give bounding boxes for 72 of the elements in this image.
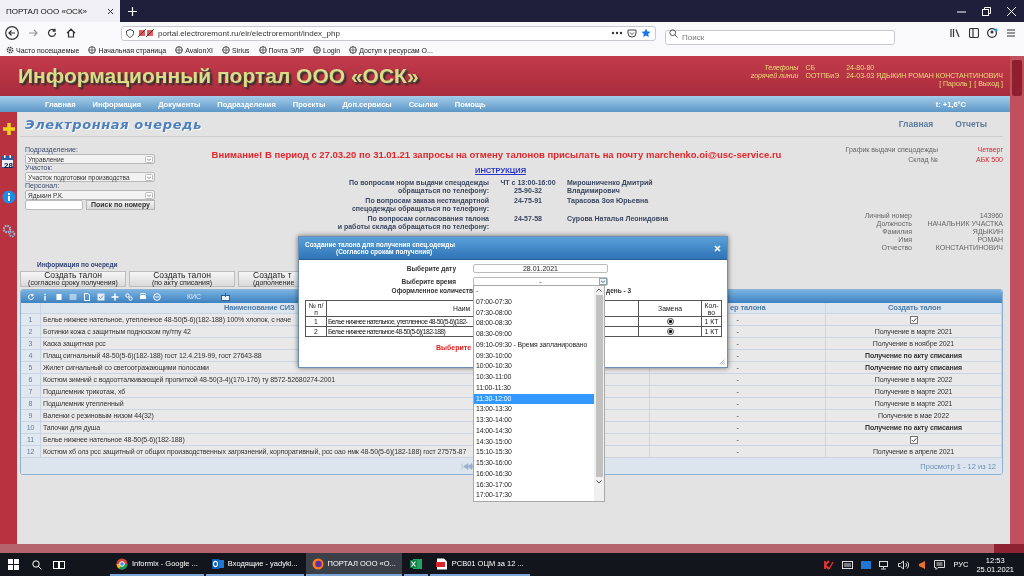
globe-icon [258,46,267,54]
scroll-down-icon[interactable] [596,480,602,484]
number-field[interactable] [25,200,83,210]
more-icon[interactable] [611,31,623,35]
globe-icon [222,46,230,54]
new-tab-icon[interactable] [128,6,137,16]
print-icon[interactable] [139,292,147,301]
volume-icon[interactable] [898,559,910,570]
globe-icon [313,46,321,54]
refresh-icon[interactable] [27,292,35,301]
back-icon[interactable] [5,26,19,40]
notice-text: Внимание! В период с 27.03.20 по 31.01.21 запросы на отмену талонов присылать на почту marchenko.oi@usc-service.ru [211,149,782,161]
vertical-scrollbar[interactable] [1010,56,1024,544]
shield-icon [126,28,134,38]
star-icon[interactable] [641,28,651,38]
gear-icon [6,46,14,54]
search-icon[interactable] [32,559,42,570]
spreadsheet-app-icon [409,557,422,570]
radio-button[interactable] [666,328,674,335]
plus-icon[interactable] [1,122,16,136]
page-title: Электронная очередь [25,116,202,132]
checkbox-icon[interactable] [97,292,105,301]
network-icon[interactable] [879,559,891,570]
library-icon[interactable] [950,28,961,38]
chevron-icon [145,173,153,181]
resize-grip-icon[interactable] [719,359,725,365]
info-icon[interactable] [1,190,16,204]
page-icon[interactable] [83,292,91,301]
minus-icon[interactable] [153,292,161,301]
account-icon[interactable] [987,28,998,38]
close-icon[interactable] [107,7,114,15]
notification-icon[interactable] [934,559,946,570]
globe-icon [349,46,358,54]
keyboard-icon[interactable] [842,560,854,569]
browser-tab[interactable]: ПОРТАЛ ООО «ОСК» [0,0,120,22]
document-app-icon [435,557,448,570]
globe-icon [88,46,97,54]
checkbox[interactable] [909,435,918,444]
blocked-icon [138,29,154,37]
sidebar-icon[interactable] [969,28,979,38]
task-view-icon[interactable] [53,559,65,570]
radio-button[interactable] [666,318,674,325]
search-field[interactable]: Поиск [665,29,895,45]
megaphone-icon[interactable] [917,559,927,570]
portal-title: Информационный портал ООО «ОСК» [18,64,419,88]
link-icon[interactable] [125,292,133,301]
search-icon [669,28,678,38]
chevron-icon [145,191,153,199]
antivirus-icon[interactable] [824,559,835,570]
forward-icon[interactable] [28,28,38,38]
list-scrollbar[interactable] [594,286,604,501]
globe-icon [175,46,184,54]
gears-icon[interactable] [1,224,16,238]
pocket-icon[interactable] [627,28,637,38]
browser-icon [311,557,324,570]
windows-icon[interactable] [7,559,19,570]
restore-icon[interactable] [982,6,991,16]
address-bar[interactable]: portal.electroremont.ru/elr/electroremont/index_php [121,25,656,41]
horizontal-scrollbar[interactable] [0,544,1024,553]
page-link[interactable]: Отчеты [955,119,987,129]
mail-app-icon [211,557,224,570]
export-icon[interactable] [221,292,231,301]
info-icon[interactable] [41,292,49,301]
column-icon[interactable] [55,292,63,301]
mail-app-icon[interactable] [861,559,872,570]
chevron-icon [145,155,153,163]
home-icon[interactable] [66,28,76,38]
checkbox[interactable] [909,315,918,324]
browser-icon [116,557,128,570]
reload-icon[interactable] [47,28,57,38]
menu-icon[interactable] [1006,28,1016,38]
scroll-up-icon[interactable] [596,288,602,292]
